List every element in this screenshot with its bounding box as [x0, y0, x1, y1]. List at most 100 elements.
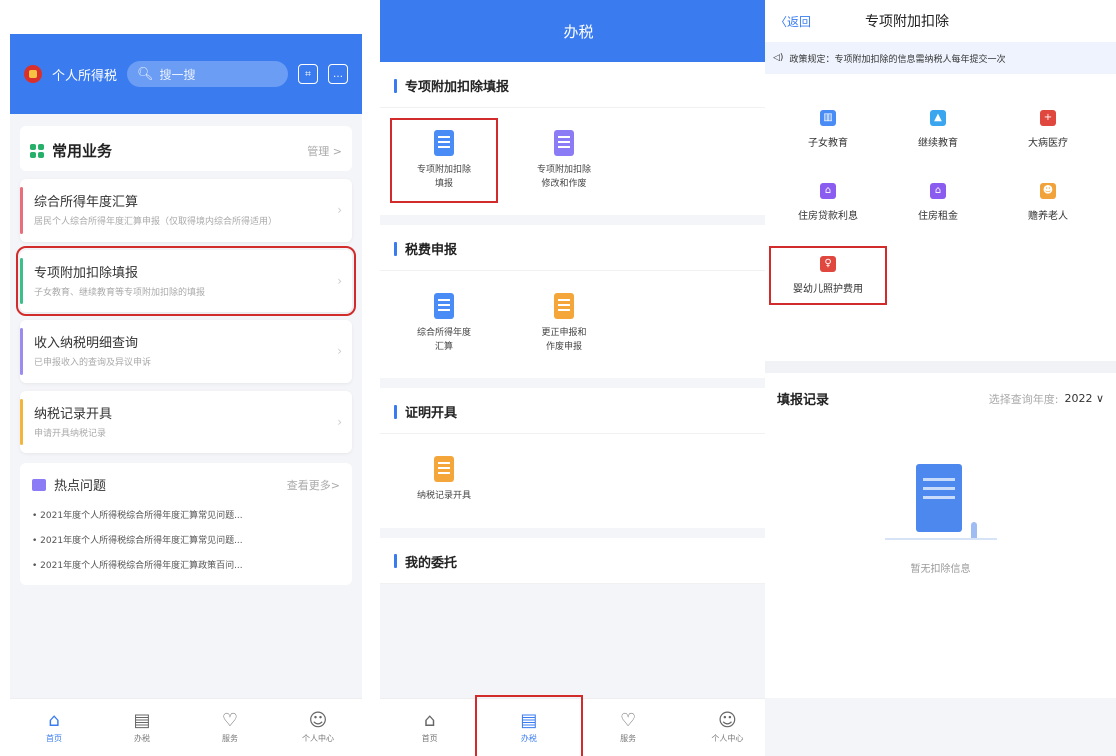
- biz-item-desc: 已申报收入的查询及异议申诉: [34, 358, 152, 368]
- biz-item-income-query[interactable]: 收入纳税明细查询 已申报收入的查询及异议申诉 ›: [20, 320, 352, 383]
- user-icon: ☺: [717, 709, 737, 731]
- item-elderly-support[interactable]: ☻ 赡养老人: [993, 177, 1103, 228]
- section-certificate: 证明开具 纳税记录开具: [380, 388, 777, 528]
- section-special-deduction: 专项附加扣除填报 专项附加扣除 填报 专项附加扣除 修改和作废: [380, 62, 777, 215]
- bottom-band: [765, 698, 1116, 756]
- tab-tax[interactable]: ▤ 办税: [475, 695, 583, 756]
- elderly-person-icon: ☻: [1040, 183, 1056, 199]
- record-header: 填报记录 选择查询年度: 2022 ∨: [765, 373, 1116, 424]
- national-emblem-icon: [24, 65, 42, 83]
- item-infant-care[interactable]: ♀ 婴幼儿照护费用: [769, 246, 887, 305]
- item-label: 大病医疗: [1028, 138, 1068, 149]
- item-continuing-education[interactable]: ▲ 继续教育: [883, 104, 993, 155]
- biz-item-title: 收入纳税明细查询: [34, 336, 139, 351]
- year-label: 选择查询年度:: [988, 392, 1059, 406]
- document-icon: ▤: [520, 709, 538, 731]
- divider: [765, 361, 1116, 373]
- biz-item-desc: 申请开具纳税记录: [34, 428, 107, 439]
- chevron-right-icon: ›: [337, 203, 342, 218]
- view-more-link[interactable]: 查看更多>: [287, 477, 340, 493]
- document-edit-icon: [434, 130, 454, 156]
- chevron-right-icon: ›: [337, 273, 342, 288]
- section-title: 我的委托: [380, 538, 777, 584]
- nav-bar: 〈返回 专项附加扣除: [765, 0, 1116, 42]
- tab-service[interactable]: ♡ 服务: [579, 699, 678, 756]
- tab-label: 个人中心: [302, 733, 334, 743]
- tile-label: 专项附加扣除 修改和作废: [536, 165, 591, 189]
- tab-label: 办税: [134, 733, 150, 743]
- document-list-icon: [554, 130, 574, 156]
- user-icon: ☺: [308, 709, 328, 731]
- hot-question-item[interactable]: • 2021年度个人所得税综合所得年度汇算常见问题...: [32, 502, 340, 527]
- tab-service[interactable]: ♡ 服务: [186, 699, 274, 756]
- tab-profile[interactable]: ☺ 个人中心: [274, 699, 362, 756]
- tile-annual-settlement[interactable]: 综合所得年度 汇算: [394, 285, 494, 362]
- message-icon[interactable]: …: [328, 64, 348, 84]
- grid-icon: [30, 143, 44, 158]
- item-label: 继续教育: [918, 138, 958, 149]
- common-business-card: 常用业务 管理 >: [20, 126, 352, 171]
- bottom-tab-bar: ⌂ 首页 ▤ 办税 ♡ 服务 ☺ 个人中心: [10, 698, 362, 756]
- tab-home[interactable]: ⌂ 首页: [380, 699, 479, 756]
- biz-item-annual-settlement[interactable]: 综合所得年度汇算 居民个人综合所得年度汇算申报（仅取得境内综合所得适用） ›: [20, 179, 352, 242]
- house-key-icon: ⌂: [930, 183, 946, 199]
- tile-deduction-fill[interactable]: 专项附加扣除 填报: [390, 118, 498, 203]
- policy-notice: ◁) 政策规定：专项附加扣除的信息需纳税人每年提交一次: [765, 42, 1116, 74]
- tile-label: 更正申报和 作废申报: [541, 328, 587, 352]
- home-screen: 个人所得税 🔍︎ 搜一搜 ⌗ … 常用业务 管理 > 综合所得年度汇算 居民个人…: [10, 34, 362, 756]
- biz-item-desc: 子女教育、继续教育等专项附加扣除的填报: [34, 287, 206, 298]
- item-label: 婴幼儿照护费用: [793, 284, 863, 295]
- tab-profile[interactable]: ☺ 个人中心: [678, 699, 777, 756]
- hot-question-item[interactable]: • 2021年度个人所得税综合所得年度汇算常见问题...: [32, 527, 340, 552]
- deduction-items: ▥ 子女教育 ▲ 继续教育 + 大病医疗 ⌂ 住房贷款利息 ⌂ 住房租金 ☻ 赡…: [765, 74, 1116, 321]
- item-housing-loan[interactable]: ⌂ 住房贷款利息: [773, 177, 883, 228]
- section-title: 专项附加扣除填报: [380, 62, 777, 108]
- section-tax-declaration: 税费申报 综合所得年度 汇算 更正申报和 作废申报: [380, 225, 777, 378]
- common-business-title: 常用业务: [52, 142, 113, 160]
- page-title: 专项附加扣除: [865, 14, 949, 30]
- biz-item-title: 专项附加扣除填报: [34, 265, 139, 281]
- record-title: 填报记录: [777, 393, 830, 408]
- year-select[interactable]: 2022 ∨: [1064, 392, 1104, 405]
- item-child-education[interactable]: ▥ 子女教育: [773, 104, 883, 155]
- manage-link[interactable]: 管理 >: [307, 143, 342, 159]
- home-header: 个人所得税 🔍︎ 搜一搜 ⌗ …: [10, 34, 362, 114]
- tile-deduction-modify[interactable]: 专项附加扣除 修改和作废: [514, 122, 614, 199]
- tile-label: 综合所得年度 汇算: [416, 328, 471, 352]
- item-medical[interactable]: + 大病医疗: [993, 104, 1103, 155]
- hot-questions-card: 热点问题 查看更多> • 2021年度个人所得税综合所得年度汇算常见问题... …: [20, 463, 352, 585]
- item-label: 住房租金: [918, 211, 958, 222]
- item-label: 赡养老人: [1028, 211, 1068, 222]
- search-input[interactable]: 🔍︎ 搜一搜: [127, 61, 288, 87]
- house-icon: ⌂: [820, 183, 836, 199]
- policy-notice-text: 政策规定：专项附加扣除的信息需纳税人每年提交一次: [789, 54, 1006, 65]
- heart-hand-icon: ♡: [221, 709, 239, 731]
- hot-question-item[interactable]: • 2021年度个人所得税综合所得年度汇算政策百问...: [32, 552, 340, 577]
- section-title: 税费申报: [380, 225, 777, 271]
- section-title: 证明开具: [380, 388, 777, 434]
- tab-tax[interactable]: ▤ 办税: [98, 699, 186, 756]
- screens-composite: 个人所得税 🔍︎ 搜一搜 ⌗ … 常用业务 管理 > 综合所得年度汇算 居民个人…: [0, 0, 1116, 756]
- tax-header: 办税: [380, 0, 777, 62]
- tile-tax-record[interactable]: 纳税记录开具: [394, 448, 494, 512]
- tab-label: 服务: [222, 733, 238, 743]
- document-download-icon: [434, 456, 454, 482]
- tile-correction[interactable]: 更正申报和 作废申报: [514, 285, 614, 362]
- back-button[interactable]: 〈返回: [775, 13, 865, 30]
- tab-label: 办税: [520, 733, 537, 743]
- item-housing-rent[interactable]: ⌂ 住房租金: [883, 177, 993, 228]
- tab-label: 服务: [620, 733, 637, 743]
- tile-label: 纳税记录开具: [416, 491, 471, 501]
- biz-item-tax-record[interactable]: 纳税记录开具 申请开具纳税记录 ›: [20, 390, 352, 453]
- empty-state-text: 暂无扣除信息: [910, 564, 971, 575]
- chat-question-icon: [32, 478, 46, 491]
- section-my-delegation: 我的委托: [380, 537, 777, 584]
- hot-questions-title: 热点问题: [54, 479, 107, 494]
- home-icon: ⌂: [423, 709, 436, 731]
- tab-home[interactable]: ⌂ 首页: [10, 699, 98, 756]
- biz-item-desc: 居民个人综合所得年度汇算申报（仅取得境内综合所得适用）: [34, 217, 278, 227]
- medical-kit-icon: +: [1040, 110, 1056, 126]
- biz-item-special-deduction[interactable]: 专项附加扣除填报 子女教育、继续教育等专项附加扣除的填报 ›: [16, 245, 356, 316]
- scan-icon[interactable]: ⌗: [298, 64, 318, 84]
- tile-label: 专项附加扣除 填报: [416, 165, 471, 189]
